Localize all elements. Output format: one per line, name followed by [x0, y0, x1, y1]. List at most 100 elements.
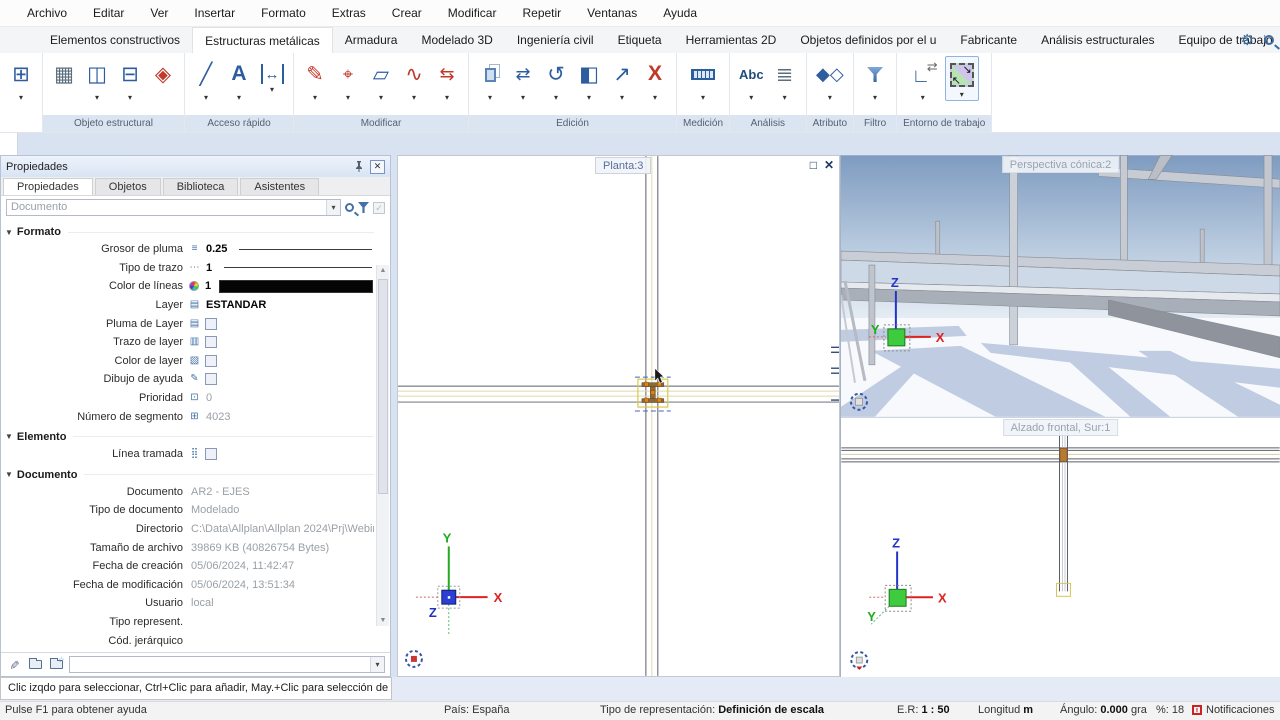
- settings-gear-icon[interactable]: ⚙: [1241, 31, 1254, 49]
- modify-point-tool[interactable]: ⌖▾: [336, 56, 360, 103]
- dropdown-arrow-icon[interactable]: ▾: [313, 92, 317, 103]
- checkbox[interactable]: [205, 336, 217, 348]
- mirror-tool[interactable]: ◧▾: [577, 56, 601, 103]
- stretch-tool[interactable]: ↗▾: [610, 56, 634, 103]
- tab-analisis-estructurales[interactable]: Análisis estructurales: [1029, 27, 1166, 53]
- dropdown-arrow-icon[interactable]: ▾: [19, 92, 23, 103]
- chevron-down-icon[interactable]: ▾: [370, 657, 384, 672]
- menu-editar[interactable]: Editar: [80, 0, 137, 26]
- menu-ventanas[interactable]: Ventanas: [574, 0, 650, 26]
- dropdown-arrow-icon[interactable]: ▾: [270, 84, 274, 95]
- dropdown-arrow-icon[interactable]: ▾: [204, 92, 208, 103]
- double-column-tool[interactable]: ◫▾: [85, 56, 109, 103]
- tab-armadura[interactable]: Armadura: [333, 27, 410, 53]
- tab-etiqueta[interactable]: Etiqueta: [606, 27, 674, 53]
- tab-ingenieria-civil[interactable]: Ingeniería civil: [505, 27, 606, 53]
- menu-extras[interactable]: Extras: [319, 0, 379, 26]
- tab-modelado-3d[interactable]: Modelado 3D: [409, 27, 504, 53]
- filter-tool[interactable]: ▾: [863, 56, 887, 103]
- filter-funnel-icon[interactable]: [358, 202, 369, 213]
- line-color-swatch[interactable]: [219, 280, 373, 293]
- menu-insertar[interactable]: Insertar: [181, 0, 248, 26]
- dropdown-arrow-icon[interactable]: ▾: [488, 92, 492, 103]
- panel-tab-objetos[interactable]: Objetos: [95, 178, 161, 195]
- dropdown-arrow-icon[interactable]: ▾: [701, 92, 705, 103]
- pin-icon[interactable]: [351, 160, 366, 174]
- checkbox[interactable]: [205, 318, 217, 330]
- tab-estructuras-metalicas[interactable]: Estructuras metálicas: [192, 27, 333, 53]
- viewport-window-tool[interactable]: ⊞▾: [9, 56, 33, 103]
- dropdown-arrow-icon[interactable]: ▾: [587, 92, 591, 103]
- dropdown-arrow-icon[interactable]: ▾: [873, 92, 877, 103]
- dropdown-arrow-icon[interactable]: ▾: [445, 92, 449, 103]
- collapse-icon[interactable]: ▼: [5, 432, 13, 441]
- dropdown-arrow-icon[interactable]: ▾: [653, 92, 657, 103]
- dropdown-arrow-icon[interactable]: ▾: [749, 92, 753, 103]
- dropdown-arrow-icon[interactable]: ▾: [921, 92, 925, 103]
- section-header-formato[interactable]: ▼Formato: [5, 226, 374, 238]
- apply-checkbox[interactable]: ✓: [373, 202, 385, 214]
- copy-tool[interactable]: ▾: [478, 56, 502, 103]
- checkbox[interactable]: [205, 355, 217, 367]
- modify-draw-tool[interactable]: ✎▾: [303, 56, 327, 103]
- dropdown-arrow-icon[interactable]: ▾: [95, 92, 99, 103]
- dropdown-arrow-icon[interactable]: ▾: [346, 92, 350, 103]
- text-analysis-tool[interactable]: Abc▾: [739, 56, 764, 103]
- folder-open-icon[interactable]: [27, 657, 43, 673]
- menu-formato[interactable]: Formato: [248, 0, 319, 26]
- tab-elementos-constructivos[interactable]: Elementos constructivos: [38, 27, 192, 53]
- selection-mode-tool[interactable]: ↘↖▾: [945, 56, 979, 101]
- search-plus-icon[interactable]: [345, 203, 354, 212]
- scroll-down-icon[interactable]: ▼: [377, 617, 389, 624]
- plan-canvas[interactable]: Y X Z: [398, 156, 839, 676]
- panel-scrollbar[interactable]: ▲ ▼: [376, 265, 389, 626]
- frame-profile-tool[interactable]: ◈: [151, 56, 175, 103]
- delete-tool[interactable]: X▾: [643, 56, 667, 103]
- workspace-axes-tool[interactable]: ∟⇄▾: [910, 56, 936, 103]
- collapse-icon[interactable]: ▼: [5, 228, 13, 237]
- status-angle[interactable]: Ángulo: 0.000 gra: [1060, 704, 1147, 716]
- dropdown-arrow-icon[interactable]: ▾: [237, 92, 241, 103]
- elevation-canvas[interactable]: Z X Y: [841, 418, 1280, 677]
- report-tool[interactable]: ≣▾: [773, 56, 797, 103]
- dropdown-arrow-icon[interactable]: ▾: [554, 92, 558, 103]
- dropdown-arrow-icon[interactable]: ▾: [828, 92, 832, 103]
- dropdown-arrow-icon[interactable]: ▾: [412, 92, 416, 103]
- dropdown-arrow-icon[interactable]: ▾: [783, 92, 787, 103]
- menu-archivo[interactable]: Archivo: [14, 0, 80, 26]
- menu-repetir[interactable]: Repetir: [509, 0, 574, 26]
- folder-favorite-icon[interactable]: ☆: [48, 657, 64, 673]
- viewport-planta[interactable]: Y X Z Planta:3 □ ✕: [397, 155, 840, 677]
- scroll-up-icon[interactable]: ▲: [377, 267, 389, 274]
- panel-tab-propiedades[interactable]: Propiedades: [3, 178, 93, 195]
- dropdown-arrow-icon[interactable]: ▾: [620, 92, 624, 103]
- elevation-view-title[interactable]: Alzado frontal, Sur:1: [1003, 419, 1119, 436]
- property-value[interactable]: 0.25: [202, 243, 227, 255]
- beam-section-tool[interactable]: ⊟▾: [118, 56, 142, 103]
- status-representation[interactable]: Tipo de representación: Definición de es…: [600, 704, 824, 716]
- perspective-view-title[interactable]: Perspectiva cónica:2: [1002, 156, 1120, 173]
- collapse-icon[interactable]: ▼: [5, 470, 13, 479]
- modify-beam-tool[interactable]: ⇆▾: [435, 56, 459, 103]
- menu-ver[interactable]: Ver: [137, 0, 181, 26]
- close-icon[interactable]: ✕: [824, 158, 834, 172]
- document-filter-combo[interactable]: Documento ▾: [6, 199, 341, 216]
- menu-crear[interactable]: Crear: [379, 0, 435, 26]
- status-length-unit[interactable]: Longitud m: [978, 704, 1033, 716]
- section-header-elemento[interactable]: ▼Elemento: [5, 431, 374, 443]
- dimension-tool[interactable]: ↔▾: [260, 56, 284, 95]
- dropdown-arrow-icon[interactable]: ▾: [521, 92, 525, 103]
- modify-polyline-tool[interactable]: ∿▾: [402, 56, 426, 103]
- attribute-tags-tool[interactable]: ◆◇▾: [816, 56, 844, 103]
- line-tool[interactable]: ╱▾: [194, 56, 218, 103]
- viewport-alzado[interactable]: Z X Y Alzado frontal, Sur:1: [841, 417, 1280, 677]
- checkbox[interactable]: [205, 373, 217, 385]
- axis-grid-tool[interactable]: ▦: [52, 56, 76, 103]
- property-value[interactable]: ESTANDAR: [202, 299, 266, 311]
- modify-document-tool[interactable]: ▱▾: [369, 56, 393, 103]
- panel-tab-asistentes[interactable]: Asistentes: [240, 178, 319, 195]
- dropdown-arrow-icon[interactable]: ▾: [960, 89, 964, 100]
- dropdown-arrow-icon[interactable]: ▾: [128, 92, 132, 103]
- plan-view-title[interactable]: Planta:3: [595, 157, 651, 174]
- maximize-icon[interactable]: □: [810, 158, 817, 172]
